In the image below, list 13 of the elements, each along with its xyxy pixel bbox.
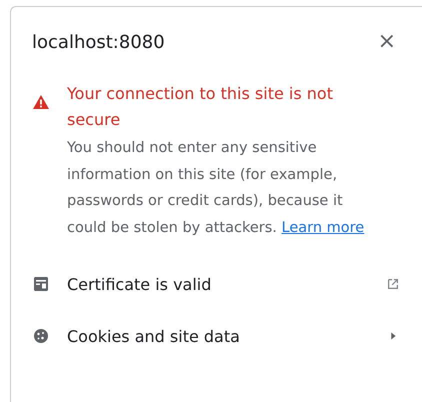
warning-icon (33, 95, 49, 109)
learn-more-link[interactable]: Learn more (282, 220, 364, 236)
menu-item[interactable]: Cookies and site data (11, 310, 422, 362)
menu-item-label: Cookies and site data (67, 326, 241, 346)
cookie-icon (33, 328, 49, 344)
menu-item[interactable]: Certificate is valid (11, 258, 422, 310)
external-link-icon (386, 277, 400, 291)
warning-message: You should not enter any sensitive information on this site (for example, passwords or credit cards), because it could be stolen by attackers. Learn more (67, 139, 366, 238)
warning-heading: Your connection to this site is not secure (67, 83, 334, 131)
certificate-icon (33, 276, 49, 292)
popup-title: localhost:8080 (32, 32, 165, 52)
menu-item-label: Certificate is valid (67, 274, 212, 294)
close-button[interactable]: × (374, 31, 400, 53)
